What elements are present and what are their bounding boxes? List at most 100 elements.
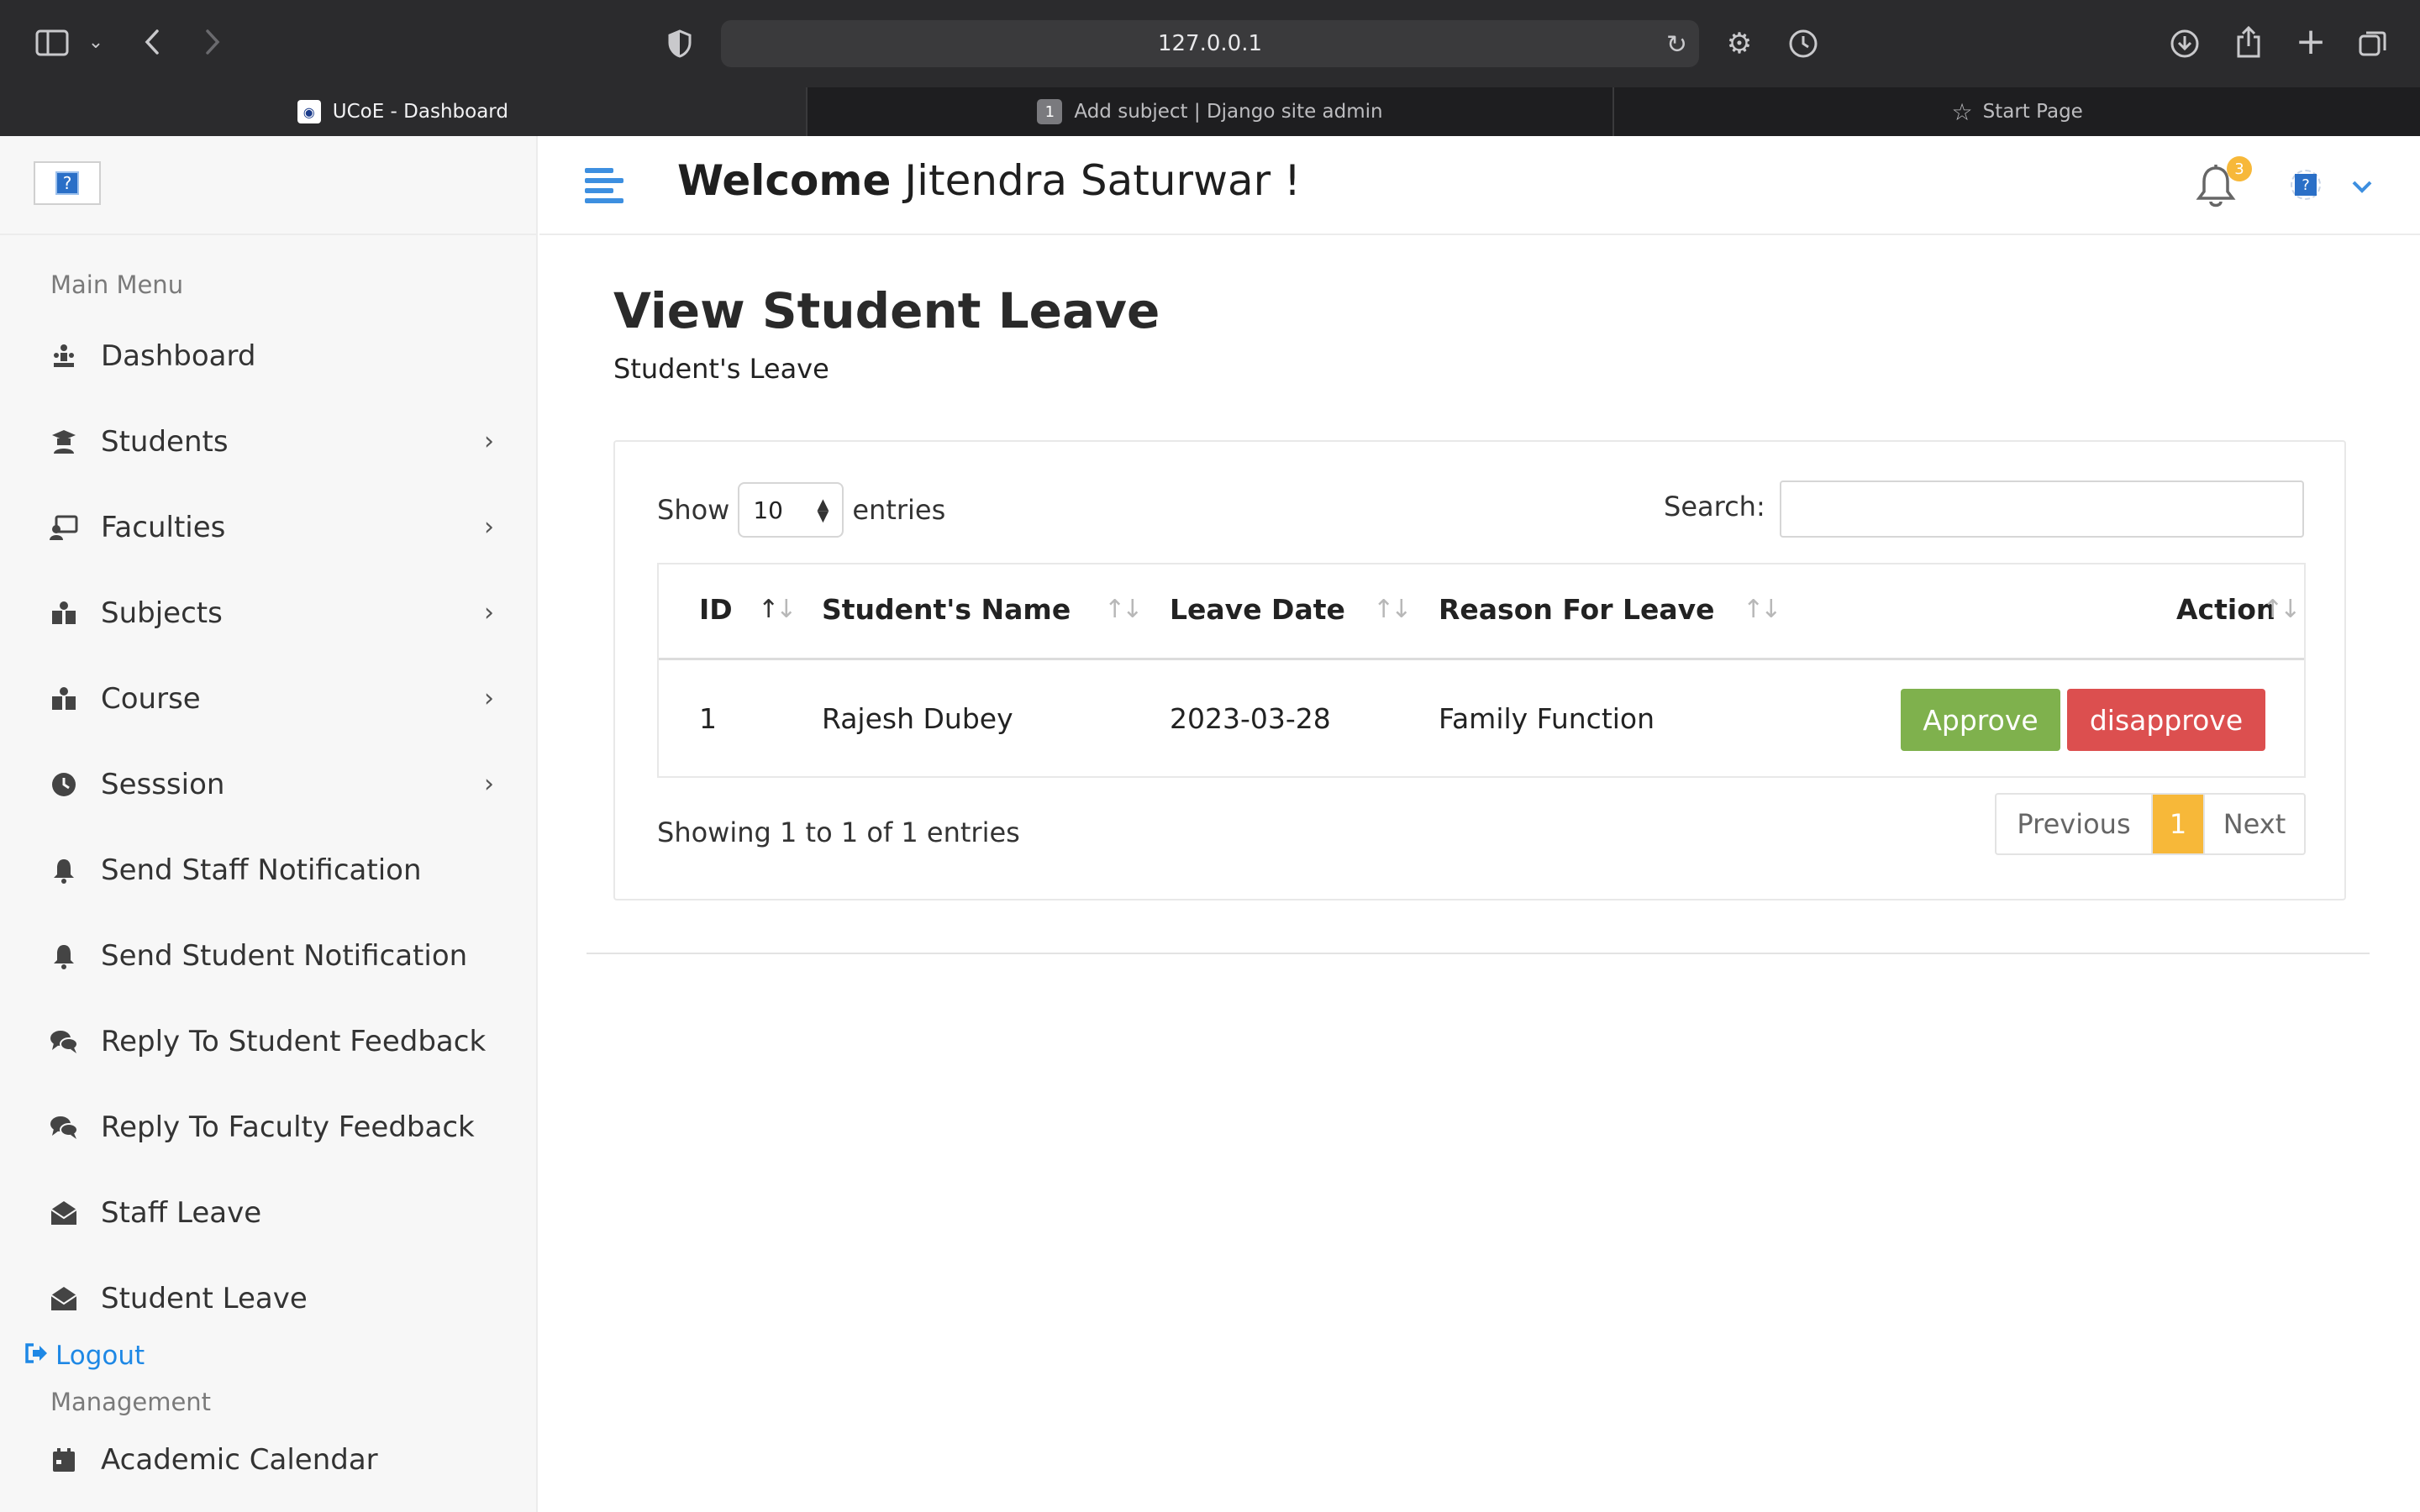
sidebar-item-label: Send Staff Notification — [101, 853, 422, 887]
leave-table: ID ↑↓ Student's Name ↑↓ Leave Date ↑↓ Re… — [657, 563, 2306, 778]
approve-button[interactable]: Approve — [1901, 689, 2060, 751]
logout-link[interactable]: Logout — [24, 1341, 145, 1371]
avatar[interactable]: ? — [2291, 170, 2321, 200]
disapprove-button[interactable]: disapprove — [2067, 689, 2265, 751]
column-header-leave-date[interactable]: Leave Date — [1170, 593, 1345, 626]
cell-leave-date: 2023-03-28 — [1170, 702, 1331, 735]
table-header: ID ↑↓ Student's Name ↑↓ Leave Date ↑↓ Re… — [659, 564, 2304, 660]
sort-icon[interactable]: ↑↓ — [1104, 595, 1143, 624]
chevron-down-icon[interactable] — [2351, 171, 2373, 201]
sidebar-item-staff-leave[interactable]: Staff Leave — [49, 1188, 494, 1238]
entries-label: entries — [852, 494, 946, 526]
cell-id: 1 — [699, 702, 717, 735]
sidebar-item-label: Send Student Notification — [101, 939, 468, 973]
comments-icon — [49, 1026, 79, 1057]
sidebar-item-send-staff-notification[interactable]: Send Staff Notification — [49, 845, 494, 895]
main-menu-title: Main Menu — [50, 270, 184, 299]
new-tab-icon[interactable]: + — [2294, 24, 2328, 60]
shield-icon[interactable] — [666, 29, 694, 59]
select-arrows-icon: ▲ ▼ — [817, 496, 829, 525]
pagination: Previous 1 Next — [1995, 793, 2306, 855]
sidebar-item-academic-calendar[interactable]: Academic Calendar — [49, 1435, 494, 1485]
tab-overview-icon[interactable] — [2356, 27, 2390, 60]
sort-icon[interactable]: ↑↓ — [1743, 595, 1781, 624]
tab-label: Start Page — [1982, 101, 2083, 123]
tab-label: UCoE - Dashboard — [332, 101, 508, 123]
sidebar-item-reply-faculty-feedback[interactable]: Reply To Faculty Feedback — [49, 1102, 494, 1152]
sidebar-item-students[interactable]: Students › — [49, 417, 494, 467]
sidebar-item-faculties[interactable]: Faculties › — [49, 502, 494, 553]
entries-select[interactable]: 10 ▲ ▼ — [738, 482, 844, 538]
column-header-reason[interactable]: Reason For Leave — [1439, 593, 1715, 626]
hamburger-menu-icon[interactable] — [585, 166, 625, 205]
column-header-id[interactable]: ID — [699, 593, 733, 626]
forward-icon[interactable] — [200, 25, 225, 59]
sidebar-item-course[interactable]: Course › — [49, 674, 494, 724]
broken-image-icon: ? — [55, 171, 79, 195]
history-icon[interactable] — [1786, 27, 1820, 60]
entries-value: 10 — [753, 496, 783, 524]
chevron-right-icon: › — [484, 512, 494, 542]
back-icon[interactable] — [139, 25, 165, 59]
page-title: View Student Leave — [613, 282, 1160, 339]
address-bar[interactable]: 127.0.0.1 ↻ — [721, 20, 1699, 67]
sidebar-item-dashboard[interactable]: Dashboard — [49, 331, 494, 381]
sidebar-item-session[interactable]: Sesssion › — [49, 759, 494, 810]
sidebar-item-send-student-notification[interactable]: Send Student Notification — [49, 931, 494, 981]
chevron-down-icon[interactable]: ⌄ — [86, 29, 106, 57]
download-icon[interactable] — [2168, 27, 2202, 60]
broken-image-icon: ? — [2295, 174, 2317, 196]
sidebar-item-student-leave[interactable]: Student Leave — [49, 1273, 494, 1324]
chevron-right-icon: › — [484, 684, 494, 713]
sort-icon[interactable]: ↑↓ — [2262, 595, 2301, 624]
sidebar-item-label: Faculties — [101, 511, 226, 544]
course-icon — [49, 684, 79, 714]
bell-icon — [49, 941, 79, 971]
chevron-right-icon: › — [484, 769, 494, 799]
share-icon[interactable] — [2232, 24, 2265, 60]
sort-ascending-icon[interactable]: ↑↓ — [758, 595, 797, 624]
tab-label: Add subject | Django site admin — [1074, 101, 1383, 123]
browser-tabs: ◉ UCoE - Dashboard 1 Add subject | Djang… — [0, 87, 2420, 136]
next-page-button[interactable]: Next — [2203, 795, 2304, 853]
column-header-student-name[interactable]: Student's Name — [822, 593, 1071, 626]
page-1-button[interactable]: 1 — [2153, 795, 2203, 853]
sidebar-toggle-icon[interactable] — [32, 27, 72, 59]
search-input[interactable] — [1780, 480, 2304, 538]
tab-start-page[interactable]: ☆ Start Page — [1612, 87, 2420, 136]
faculty-icon — [49, 512, 79, 543]
column-header-action[interactable]: Action — [2176, 593, 2275, 626]
sidebar-item-reply-student-feedback[interactable]: Reply To Student Feedback — [49, 1016, 494, 1067]
page-subtitle: Student's Leave — [613, 353, 829, 385]
dashboard-icon — [49, 341, 79, 371]
sort-icon[interactable]: ↑↓ — [1373, 595, 1412, 624]
sidebar: ? Main Menu Dashboard Students › Faculti… — [0, 136, 538, 1512]
sidebar-item-label: Course — [101, 682, 201, 716]
tab-django-admin[interactable]: 1 Add subject | Django site admin — [805, 87, 1613, 136]
leave-table-card: Show 10 ▲ ▼ entries Search: ID ↑↓ Student… — [613, 440, 2346, 900]
envelope-open-icon — [49, 1198, 79, 1228]
chevron-right-icon: › — [484, 598, 494, 627]
tab-ucoe-dashboard[interactable]: ◉ UCoE - Dashboard — [0, 87, 806, 136]
sidebar-item-label: Sesssion — [101, 768, 225, 801]
welcome-label: Welcome — [677, 156, 892, 205]
previous-page-button[interactable]: Previous — [1996, 795, 2153, 853]
subject-icon — [49, 598, 79, 628]
calendar-icon — [49, 1445, 79, 1475]
reload-icon[interactable]: ↻ — [1666, 30, 1687, 60]
cell-reason: Family Function — [1439, 702, 1655, 735]
logo[interactable]: ? — [34, 161, 101, 205]
envelope-open-icon — [49, 1284, 79, 1314]
top-header: Welcome Jitendra Saturwar ! 3 ? — [539, 136, 2420, 235]
sidebar-item-label: Reply To Faculty Feedback — [101, 1110, 475, 1144]
star-icon: ☆ — [1951, 97, 1973, 126]
comments-icon — [49, 1112, 79, 1142]
logout-label: Logout — [55, 1341, 145, 1371]
sidebar-item-label: Students — [101, 425, 229, 459]
sidebar-item-label: Academic Calendar — [101, 1443, 378, 1477]
show-label: Show — [657, 494, 730, 526]
management-title: Management — [50, 1388, 212, 1416]
gear-icon[interactable]: ⚙ — [1723, 27, 1756, 60]
sidebar-item-subjects[interactable]: Subjects › — [49, 588, 494, 638]
chevron-right-icon: › — [484, 427, 494, 456]
